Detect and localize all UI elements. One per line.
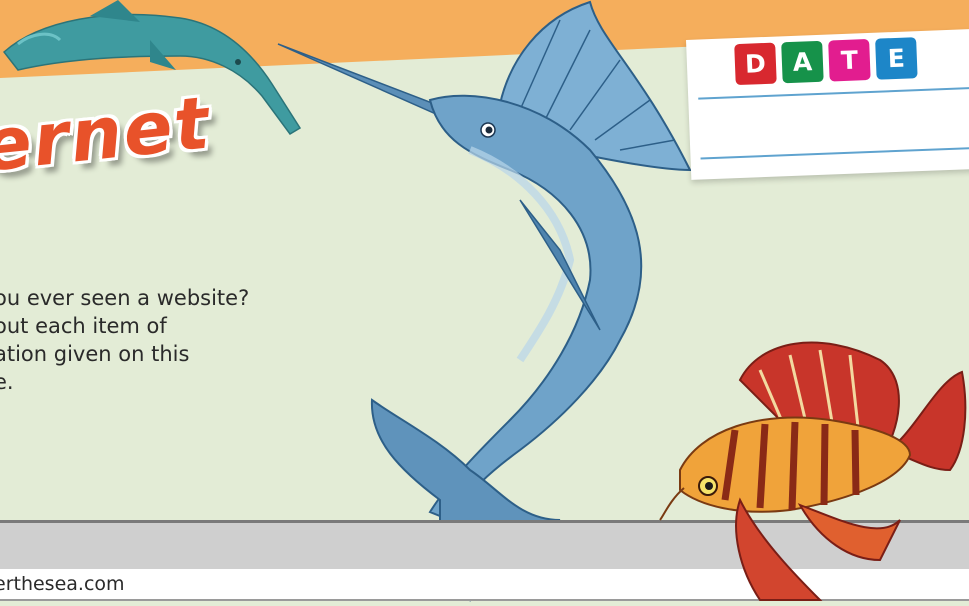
worksheet-page: ernet DATE ou ever seen a website? out e… bbox=[0, 0, 969, 606]
lionfish-illustration bbox=[659, 341, 967, 601]
